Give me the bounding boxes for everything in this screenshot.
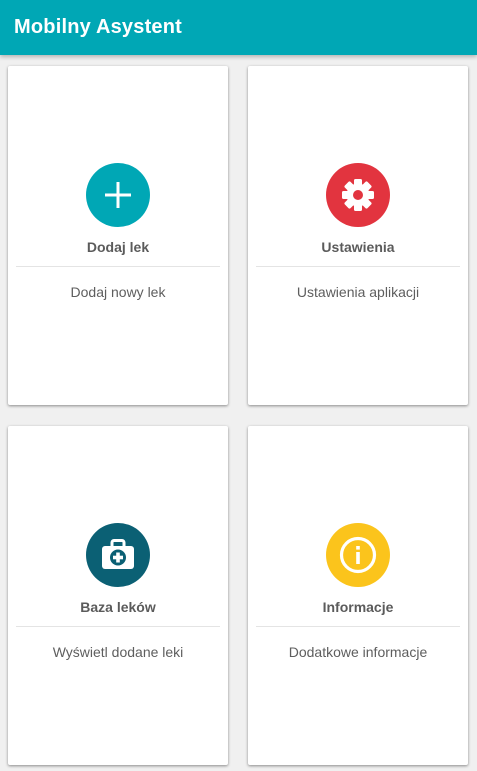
card-information[interactable]: Informacje Dodatkowe informacje [248, 426, 468, 765]
plus-icon [105, 182, 131, 208]
card-title: Informacje [322, 599, 394, 615]
card-title: Baza leków [80, 599, 156, 615]
card-divider [16, 626, 220, 627]
card-description: Ustawienia aplikacji [296, 284, 420, 300]
card-divider [16, 266, 220, 267]
gear-icon [342, 179, 374, 211]
card-description: Dodatkowe informacje [288, 644, 428, 660]
card-title: Ustawienia [321, 239, 395, 255]
card-settings[interactable]: Ustawienia Ustawienia aplikacji [248, 66, 468, 405]
card-description: Dodaj nowy lek [70, 284, 166, 300]
app-bar: Mobilny Asystent [0, 0, 477, 55]
card-title: Dodaj lek [86, 239, 150, 255]
card-medicine-database[interactable]: Baza leków Wyświetl dodane leki [8, 426, 228, 765]
card-divider [256, 626, 460, 627]
plus-icon-circle [86, 163, 150, 227]
medical-kit-icon [102, 539, 134, 569]
card-divider [256, 266, 460, 267]
info-icon [339, 536, 377, 574]
app-title: Mobilny Asystent [14, 16, 183, 38]
card-description: Wyświetl dodane leki [52, 644, 184, 660]
info-icon-circle [326, 523, 390, 587]
medical-kit-icon-circle [86, 523, 150, 587]
card-add-medicine[interactable]: Dodaj lek Dodaj nowy lek [8, 66, 228, 405]
gear-icon-circle [326, 163, 390, 227]
